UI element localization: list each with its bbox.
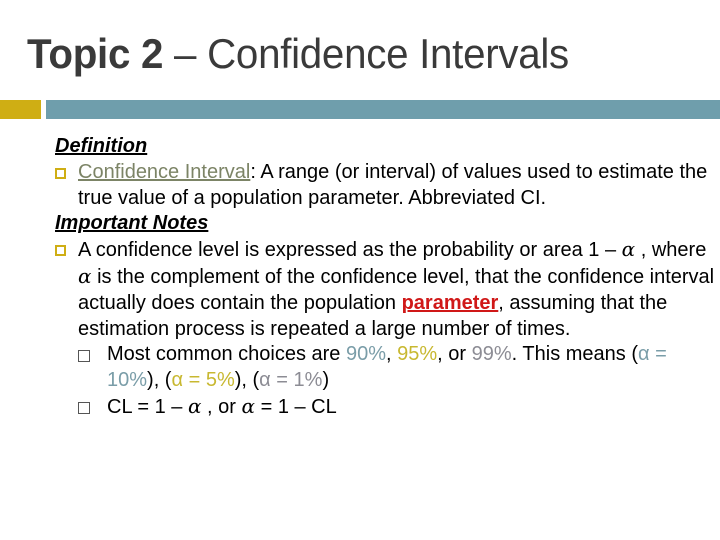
alpha-symbol: α: [241, 393, 256, 418]
note-text: . This means (: [511, 343, 638, 366]
note-text: , where: [635, 239, 707, 262]
title-topic: Topic 2: [27, 30, 164, 77]
note-text: ), (: [234, 369, 260, 392]
alpha-1: α = 1%: [259, 369, 323, 392]
hollow-square-bullet-icon: [78, 401, 90, 414]
definition-heading: Definition: [55, 135, 148, 157]
important-notes-heading: Important Notes: [55, 212, 209, 235]
definition-bullet: Confidence Interval: A range (or interva…: [55, 160, 715, 212]
note-text: ), (: [147, 369, 172, 392]
accent-gold-block: [0, 100, 41, 119]
note-text: ,: [386, 343, 398, 366]
square-bullet-icon: [55, 245, 66, 257]
pct-99: 99%: [471, 343, 512, 366]
sub-bullet-cl-formula: CL = 1 – α , or α = 1 – CL: [55, 394, 715, 421]
slide-body: Definition Confidence Interval: A range …: [55, 134, 715, 421]
note-text: ): [322, 369, 330, 392]
title-subject: – Confidence Intervals: [163, 30, 569, 77]
slide-title: Topic 2 – Confidence Intervals: [27, 30, 569, 78]
alpha-symbol: α: [621, 237, 636, 262]
formula-text: CL = 1 –: [107, 395, 188, 418]
accent-title-bar: [46, 100, 720, 119]
alpha-symbol: α: [78, 263, 92, 288]
note-text: A confidence level is expressed as the p…: [78, 239, 622, 262]
note-text: Most common choices are: [107, 343, 346, 366]
sub-bullet-common-choices: Most common choices are 90%, 95%, or 99%…: [55, 342, 715, 394]
notes-bullet: A confidence level is expressed as the p…: [55, 237, 715, 342]
square-bullet-icon: [55, 167, 66, 179]
parameter-emphasis: parameter: [401, 291, 499, 314]
formula-text: , or: [201, 395, 242, 418]
alpha-5: α = 5%: [171, 369, 235, 392]
note-text: , or: [437, 343, 472, 366]
formula-text: = 1 – CL: [255, 395, 337, 418]
alpha-symbol: α: [187, 393, 202, 418]
confidence-interval-link[interactable]: Confidence Interval: [78, 161, 250, 183]
pct-95: 95%: [397, 343, 438, 366]
hollow-square-bullet-icon: [78, 350, 90, 363]
pct-90: 90%: [345, 343, 387, 366]
